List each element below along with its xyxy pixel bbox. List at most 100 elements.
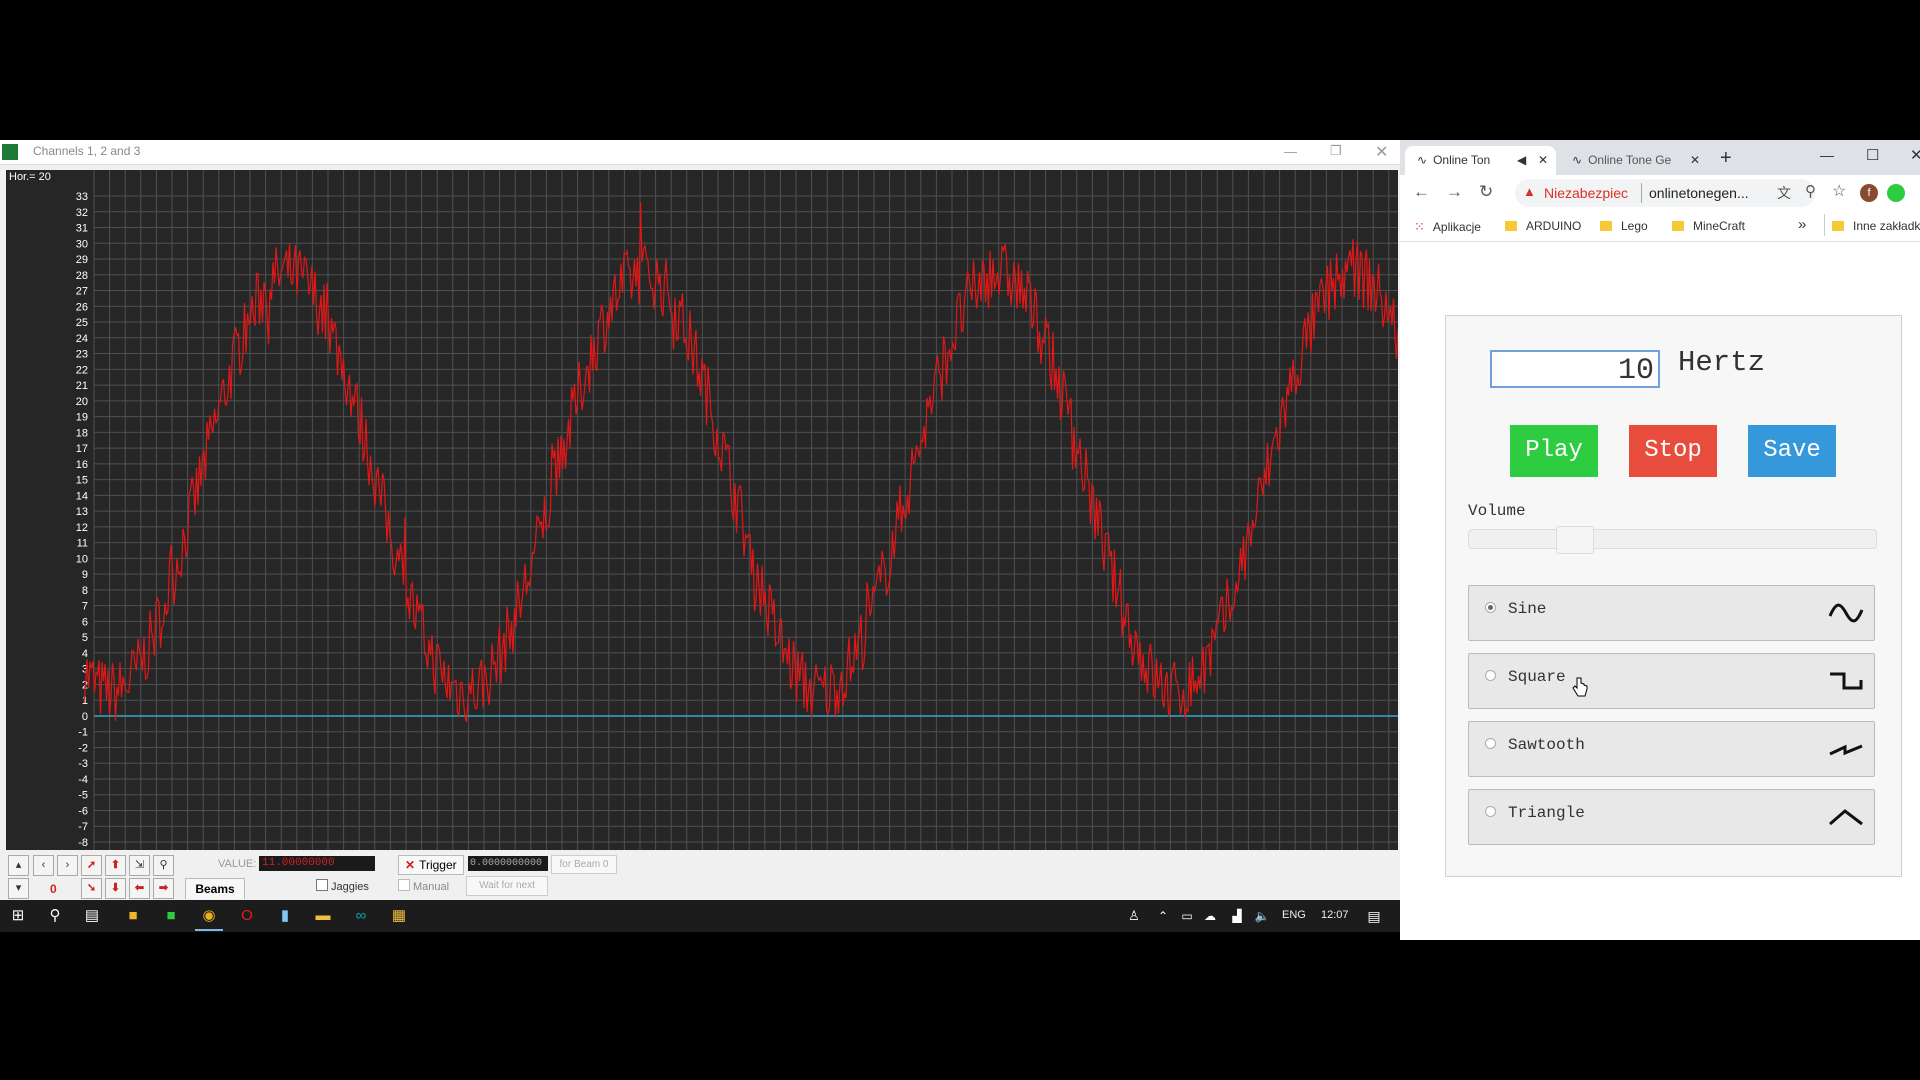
- new-tab-button[interactable]: +: [1720, 147, 1732, 170]
- arduino-icon[interactable]: ∞: [351, 906, 371, 926]
- wait-for-next-button[interactable]: Wait for next: [466, 876, 548, 896]
- play-button[interactable]: Play: [1510, 425, 1598, 477]
- battery-icon[interactable]: ▭: [1177, 906, 1197, 926]
- notifications-icon[interactable]: ▤: [1364, 906, 1384, 926]
- network-icon[interactable]: ▟: [1227, 906, 1247, 926]
- sine-wave-icon: [1828, 603, 1864, 623]
- scope-grid: [93, 170, 1398, 850]
- save-button[interactable]: Save: [1748, 425, 1836, 477]
- restore-icon[interactable]: ❐: [1330, 143, 1342, 159]
- trigger-button[interactable]: ✕ Trigger: [398, 855, 464, 875]
- app-icon-green[interactable]: ■: [161, 906, 181, 926]
- frequency-input[interactable]: 10: [1490, 350, 1660, 388]
- expand-diagonal-button[interactable]: ➚: [81, 855, 102, 876]
- translate-icon[interactable]: 文: [1777, 183, 1791, 203]
- insecure-warning: Niezabezpiec: [1544, 185, 1629, 201]
- expand-right-button[interactable]: ➡: [153, 878, 174, 899]
- expand-up-button[interactable]: ⬆: [105, 855, 126, 876]
- y-tick-label: -7: [78, 821, 88, 833]
- y-tick-label: 7: [82, 601, 88, 613]
- radio-selected-dot: [1488, 605, 1493, 610]
- jaggies-checkbox-box: [316, 879, 328, 891]
- manual-label: Manual: [413, 881, 450, 893]
- back-icon[interactable]: ←: [1413, 182, 1430, 202]
- fit-button[interactable]: ⇲: [129, 855, 150, 876]
- address-bar[interactable]: ▲ Niezabezpiec onlinetonegen...: [1515, 179, 1815, 207]
- clock[interactable]: 12:07: [1321, 909, 1349, 921]
- zoom-icon[interactable]: ⚲: [153, 855, 174, 876]
- y-tick-label: 29: [76, 254, 88, 266]
- wave-option-triangle[interactable]: Triangle: [1468, 789, 1875, 845]
- task-view-icon[interactable]: ▤: [82, 906, 102, 926]
- bookmark-other[interactable]: Inne zakładk: [1832, 219, 1920, 233]
- for-beam-button[interactable]: for Beam 0: [551, 855, 617, 874]
- scroll-up-button[interactable]: ▴: [8, 855, 29, 876]
- bookmarks-divider: [1824, 214, 1825, 236]
- speaker-icon[interactable]: ◀: [1517, 146, 1526, 175]
- shrink-left-button[interactable]: ⬅: [129, 878, 150, 899]
- jaggies-checkbox[interactable]: Jaggies: [316, 879, 369, 893]
- volume-slider-handle[interactable]: [1555, 526, 1594, 554]
- scope-window-title: Channels 1, 2 and 3: [33, 144, 141, 158]
- y-tick-label: 0: [82, 711, 88, 723]
- windows-start-icon[interactable]: ⊞: [8, 906, 28, 926]
- warning-icon: ▲: [1523, 184, 1536, 199]
- search-icon[interactable]: ⚲: [45, 906, 65, 926]
- stop-button[interactable]: Stop: [1629, 425, 1717, 477]
- sine-favicon-icon: ∿: [1417, 153, 1428, 167]
- tab-online-tone-2[interactable]: ∿ Online Tone Ge ✕: [1562, 146, 1710, 175]
- bookmark-apps[interactable]: ⁙ Aplikacje: [1414, 219, 1481, 235]
- y-tick-label: -2: [78, 742, 88, 754]
- maximize-icon[interactable]: ☐: [1866, 146, 1879, 164]
- minimize-icon[interactable]: —: [1820, 147, 1834, 163]
- close-icon[interactable]: ✕: [1375, 142, 1388, 162]
- scroll-left-button[interactable]: ‹: [33, 855, 54, 876]
- notepad-icon[interactable]: ▮: [275, 906, 295, 926]
- wave-option-square[interactable]: Square: [1468, 653, 1875, 709]
- bookmark-star-icon[interactable]: ☆: [1832, 181, 1846, 201]
- forward-icon[interactable]: →: [1446, 182, 1463, 202]
- tab-1-close-icon[interactable]: ✕: [1538, 146, 1548, 175]
- onedrive-icon[interactable]: ☁: [1200, 906, 1220, 926]
- bookmark-lego[interactable]: Lego: [1600, 219, 1648, 233]
- y-tick-label: 5: [82, 632, 88, 644]
- y-tick-label: 30: [76, 238, 88, 250]
- horizontal-scale-label: Hor.= 20: [9, 171, 51, 183]
- bookmark-minecraft[interactable]: MineCraft: [1672, 219, 1745, 233]
- wave-option-sawtooth[interactable]: Sawtooth: [1468, 721, 1875, 777]
- extension-icon[interactable]: [1887, 184, 1905, 202]
- folder-icon: [1832, 221, 1844, 231]
- app-icon-yellow[interactable]: ■: [123, 906, 143, 926]
- triangle-label: Triangle: [1508, 804, 1585, 822]
- profile-avatar[interactable]: f: [1860, 184, 1878, 202]
- minimize-icon[interactable]: —: [1284, 144, 1297, 159]
- manual-checkbox[interactable]: Manual: [398, 879, 449, 893]
- chevron-up-icon[interactable]: ⌃: [1153, 906, 1173, 926]
- triangle-radio[interactable]: [1485, 806, 1496, 817]
- shrink-down-button[interactable]: ⬇: [105, 878, 126, 899]
- language-indicator[interactable]: ENG: [1282, 909, 1306, 921]
- reload-icon[interactable]: ↻: [1479, 182, 1493, 202]
- bookmark-arduino[interactable]: ARDUINO: [1505, 219, 1581, 233]
- scroll-right-button[interactable]: ›: [57, 855, 78, 876]
- shrink-diagonal-button[interactable]: ➘: [81, 878, 102, 899]
- y-tick-label: -8: [78, 837, 88, 849]
- scope-app-icon[interactable]: ▦: [389, 906, 409, 926]
- people-icon[interactable]: ♙: [1124, 906, 1144, 926]
- close-icon[interactable]: ✕: [1910, 146, 1920, 164]
- volume-slider[interactable]: [1468, 529, 1877, 549]
- volume-icon[interactable]: 🔈: [1252, 906, 1272, 926]
- opera-icon[interactable]: O: [237, 906, 257, 926]
- chrome-icon[interactable]: ◉: [199, 906, 219, 926]
- sawtooth-radio[interactable]: [1485, 738, 1496, 749]
- zoom-icon[interactable]: ⚲: [1805, 182, 1816, 200]
- beams-tab[interactable]: Beams: [185, 878, 245, 899]
- file-explorer-icon[interactable]: ▬: [313, 906, 333, 926]
- tab-online-tone-1[interactable]: ∿ Online Ton ◀ ✕: [1405, 146, 1556, 175]
- bookmarks-more-button[interactable]: »: [1798, 216, 1806, 233]
- square-radio[interactable]: [1485, 670, 1496, 681]
- sine-radio[interactable]: [1485, 602, 1496, 613]
- scroll-down-button[interactable]: ▾: [8, 878, 29, 899]
- wave-option-sine[interactable]: Sine: [1468, 585, 1875, 641]
- tab-2-close-icon[interactable]: ✕: [1690, 146, 1700, 175]
